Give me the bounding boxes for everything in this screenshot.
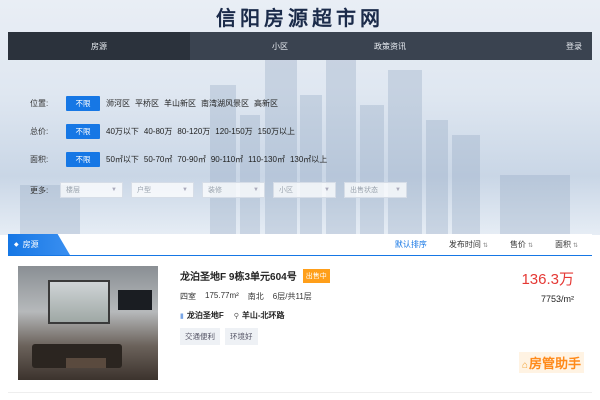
filter-label: 更多: — [30, 185, 49, 195]
listing-title-row: 龙泊圣地F 9栋3单元604号 出售中 — [180, 268, 330, 283]
filter-unlimited-button[interactable]: 不限 — [66, 152, 100, 167]
tab-label: 房源 — [22, 240, 39, 249]
listing-photo[interactable] — [18, 266, 158, 380]
house-icon: ⌂ — [521, 360, 528, 371]
sort-options: 默认排序 发布时间 ⇅ 售价 ⇅ 面积 ⇅ — [373, 234, 592, 255]
sort-arrows-icon: ⇅ — [572, 243, 578, 249]
community-location: 羊山-北环路 — [241, 311, 285, 320]
filter-option[interactable]: 南湾湖风景区 — [201, 98, 249, 109]
filter-row-price: 总价: 不限 40万以下 40-80万 80-120万 120-150万 150… — [8, 124, 300, 139]
site-header: 信阳房源超市网 — [0, 0, 600, 32]
listing-price: 136.3万 — [521, 271, 574, 288]
listing-community: ▮ 龙泊圣地F ⚲ 羊山-北环路 — [180, 310, 285, 321]
filter-option[interactable]: 羊山新区 — [164, 98, 196, 109]
filter-option[interactable]: 平桥区 — [135, 98, 159, 109]
listing-tags: 交通便利 环境好 — [180, 328, 263, 345]
sort-label: 面积 — [554, 240, 571, 249]
sort-label: 售价 — [509, 240, 526, 249]
chevron-down-icon: ▼ — [111, 187, 117, 193]
sort-default[interactable]: 默认排序 — [395, 239, 427, 250]
community-dropdown[interactable]: 小区 ▼ — [273, 182, 336, 198]
filter-option[interactable]: 130㎡以上 — [290, 154, 327, 165]
nav-item-communities[interactable]: 小区 — [190, 32, 370, 60]
watermark-text: 房管助手 — [528, 356, 581, 371]
listing-tabbar: ◆ 房源 默认排序 发布时间 ⇅ 售价 ⇅ 面积 ⇅ — [8, 234, 592, 256]
listing-tag: 交通便利 — [180, 328, 220, 345]
layout-dropdown[interactable]: 户型 ▼ — [131, 182, 194, 198]
filter-option[interactable]: 90-110㎡ — [211, 154, 243, 165]
decoration-dropdown[interactable]: 装修 ▼ — [202, 182, 265, 198]
sale-status-dropdown[interactable]: 出售状态 ▼ — [344, 182, 407, 198]
status-badge: 出售中 — [302, 268, 330, 283]
divider — [8, 392, 592, 393]
chevron-down-icon: ▼ — [253, 187, 259, 193]
filter-option[interactable]: 浉河区 — [106, 98, 130, 109]
sort-label: 发布时间 — [448, 240, 481, 249]
filter-option[interactable]: 70-90㎡ — [177, 154, 205, 165]
filter-label: 面积: — [30, 155, 49, 164]
dropdown-placeholder: 装修 — [208, 187, 222, 194]
listing-title[interactable]: 龙泊圣地F 9栋3单元604号 — [180, 268, 297, 283]
location-pin-icon: ⚲ — [233, 312, 239, 320]
chevron-down-icon: ▼ — [395, 187, 401, 193]
nav-item-policy-news[interactable]: 政策资讯 — [370, 32, 410, 60]
floor-dropdown[interactable]: 楼层 ▼ — [60, 182, 123, 198]
sort-arrows-icon: ⇅ — [527, 243, 533, 249]
filter-option[interactable]: 110-130㎡ — [248, 154, 285, 165]
filter-option[interactable]: 150万以上 — [258, 126, 295, 137]
tab-listings[interactable]: ◆ 房源 — [8, 234, 70, 255]
dropdown-placeholder: 小区 — [279, 187, 293, 194]
listing-orientation: 南北 — [247, 292, 264, 301]
sort-arrows-icon: ⇅ — [482, 243, 488, 249]
filter-option[interactable]: 50㎡以下 — [106, 154, 139, 165]
listing-item[interactable]: 龙泊圣地F 9栋3单元604号 出售中 四室 175.77m² 南北 6层/共1… — [8, 260, 592, 390]
community-name[interactable]: 龙泊圣地F — [187, 310, 224, 321]
listing-meta: 四室 175.77m² 南北 6层/共11层 — [180, 291, 321, 302]
listing-floor: 6层/共11层 — [272, 292, 312, 301]
filter-row-area: 面积: 不限 50㎡以下 50-70㎡ 70-90㎡ 90-110㎡ 110-1… — [8, 152, 332, 167]
nav-item-listings[interactable]: 房源 — [8, 32, 190, 60]
filter-row-more: 更多: 楼层 ▼ 户型 ▼ 装修 ▼ 小区 ▼ 出售状态 ▼ — [8, 182, 415, 198]
chevron-down-icon: ▼ — [182, 187, 188, 193]
listing-area: 175.77m² — [205, 291, 239, 300]
dropdown-placeholder: 出售状态 — [350, 187, 378, 194]
listing-layout: 四室 — [180, 292, 196, 301]
filter-option[interactable]: 高新区 — [254, 98, 278, 109]
chevron-down-icon: ▼ — [324, 187, 330, 193]
filter-unlimited-button[interactable]: 不限 — [66, 96, 100, 111]
filter-label: 总价: — [30, 127, 49, 136]
sort-publish-time[interactable]: 发布时间 ⇅ — [449, 239, 488, 250]
login-link[interactable]: 登录 — [566, 32, 582, 60]
watermark: ⌂房管助手 — [518, 352, 584, 373]
sort-area[interactable]: 面积 ⇅ — [555, 239, 578, 250]
listing-unit-price: 7753/m² — [540, 294, 574, 304]
filter-unlimited-button[interactable]: 不限 — [66, 124, 100, 139]
filter-option[interactable]: 40万以下 — [106, 126, 139, 137]
filter-option[interactable]: 120-150万 — [215, 126, 252, 137]
main-nav: 房源 小区 政策资讯 登录 — [8, 32, 592, 60]
filter-row-location: 位置: 不限 浉河区 平桥区 羊山新区 南湾湖风景区 高新区 — [8, 96, 283, 111]
diamond-icon: ◆ — [14, 242, 19, 248]
filter-option[interactable]: 40-80万 — [144, 126, 172, 137]
site-title: 信阳房源超市网 — [216, 5, 384, 30]
filter-option[interactable]: 80-120万 — [177, 126, 210, 137]
sort-price[interactable]: 售价 ⇅ — [510, 239, 533, 250]
dropdown-placeholder: 楼层 — [66, 187, 80, 194]
listing-tag: 环境好 — [225, 328, 258, 345]
building-icon: ▮ — [180, 312, 184, 320]
dropdown-placeholder: 户型 — [137, 187, 151, 194]
filter-label: 位置: — [30, 99, 49, 108]
filter-option[interactable]: 50-70㎡ — [144, 154, 172, 165]
